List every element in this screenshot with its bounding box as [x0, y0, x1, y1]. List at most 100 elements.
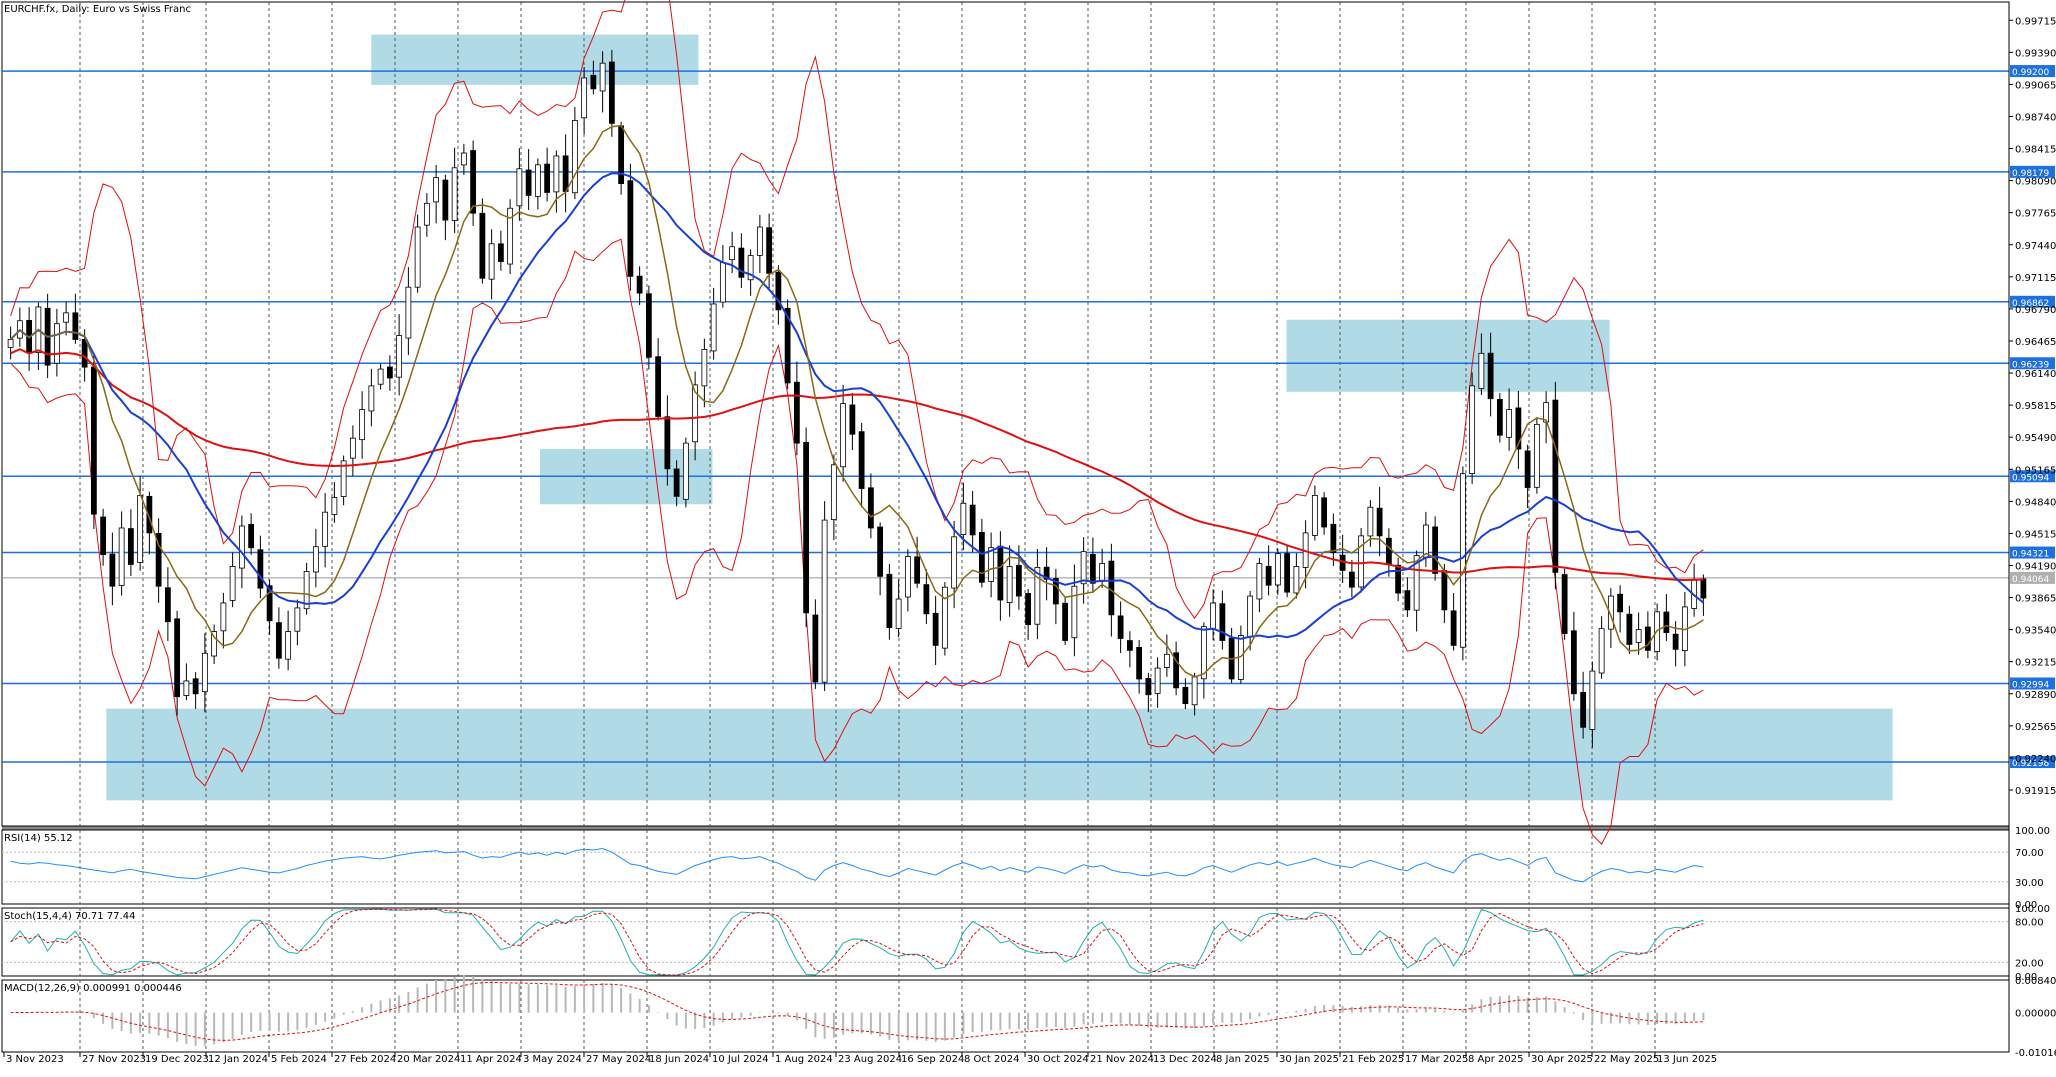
candle-body [544, 163, 551, 193]
candle-body [248, 524, 255, 549]
candle-body [1200, 626, 1207, 680]
candle-body [1126, 640, 1133, 651]
candle-body [81, 338, 88, 368]
y-tick-label: 0.99390 [2015, 48, 2056, 59]
y-tick-label: 0.95815 [2015, 401, 2056, 412]
level-price-label: 0.99200 [2012, 68, 2049, 78]
x-tick-label: 13 Jun 2025 [1657, 1054, 1717, 1065]
candle-body [1644, 626, 1651, 651]
x-tick-label: 23 Aug 2024 [838, 1054, 902, 1065]
candle-body [1330, 523, 1337, 554]
candle-body [534, 164, 541, 197]
x-tick-label: 27 Feb 2024 [334, 1054, 396, 1065]
macd-tick-label: -0.010160 [2015, 1048, 2056, 1059]
candle-body [1496, 399, 1503, 436]
candle-body [1145, 678, 1152, 696]
trading-chart[interactable]: 3 Nov 2023 27 Nov 2023 19 Dec 2023 12 Jan 2… [0, 0, 2056, 1073]
candle-body [174, 618, 181, 698]
candle-body [377, 368, 384, 385]
candle-body [1311, 495, 1318, 536]
candle-body [1663, 611, 1670, 633]
candle-body [997, 545, 1004, 601]
x-tick-label: 21 Feb 2025 [1342, 1054, 1404, 1065]
x-tick-label: 27 Nov 2023 [82, 1054, 146, 1065]
candle-body [830, 464, 837, 520]
candle-body [1395, 564, 1402, 594]
candle-body [451, 167, 458, 221]
x-tick-label: 3 Nov 2023 [6, 1054, 64, 1065]
y-tick-label: 0.91915 [2015, 786, 2056, 797]
candle-body [914, 556, 921, 584]
candle-body [1459, 473, 1466, 648]
candle-body [1552, 399, 1559, 573]
candle-body [100, 516, 107, 556]
candle-body [812, 614, 819, 683]
candle-body [1422, 524, 1429, 558]
y-tick-label: 0.96140 [2015, 369, 2056, 380]
candle-body [1089, 554, 1096, 584]
y-tick-label: 0.99715 [2015, 16, 2056, 27]
y-tick-label: 0.96790 [2015, 305, 2056, 316]
candle-body [803, 442, 810, 614]
candle-body [1367, 506, 1374, 537]
candle-body [1265, 565, 1272, 586]
candle-body [766, 227, 773, 274]
candle-body [183, 680, 190, 696]
candle-body [719, 262, 726, 303]
x-tick-label: 12 Jan 2024 [208, 1054, 268, 1065]
candle-body [886, 573, 893, 629]
candle-body [1700, 578, 1707, 599]
candle-body [433, 177, 440, 203]
current-price-label: 0.94064 [2012, 575, 2049, 585]
candle-body [386, 366, 393, 379]
candle-body [1293, 566, 1300, 594]
candle-body [1589, 670, 1596, 730]
macd-panel-frame [1, 979, 2010, 1053]
x-tick-label: 13 Dec 2024 [1153, 1054, 1217, 1065]
candle-body [1182, 686, 1189, 705]
candle-body [1580, 691, 1587, 728]
candle-body [1274, 553, 1281, 586]
y-tick-label: 0.97765 [2015, 209, 2056, 220]
candle-body [1617, 593, 1624, 613]
candle-body [1626, 613, 1633, 645]
candle-body [1321, 497, 1328, 528]
candle-body [331, 496, 338, 515]
y-tick-label: 0.92240 [2015, 754, 2056, 765]
stoch-tick-label: 80.00 [2015, 918, 2044, 929]
candle-body [1154, 667, 1161, 694]
main-panel-frame [1, 1, 2010, 827]
candle-body [1672, 633, 1679, 650]
rsi-tick-label: 100.00 [2015, 826, 2050, 837]
chart-title: EURCHF.fx, Daily: Euro vs Swiss Franc [4, 4, 191, 15]
x-tick-label: 8 Apr 2025 [1468, 1054, 1523, 1065]
rsi-label: RSI(14) 55.12 [4, 833, 73, 844]
x-tick-label: 8 Jan 2025 [1216, 1054, 1270, 1065]
support-resistance-zone [1286, 319, 1610, 392]
candle-body [710, 303, 717, 352]
x-tick-label: 11 Apr 2024 [460, 1054, 522, 1065]
candle-body [396, 335, 403, 378]
candle-body [294, 607, 301, 632]
candle-body [118, 527, 125, 586]
candle-body [1006, 566, 1013, 603]
candle-body [1385, 537, 1392, 565]
candle-body [682, 442, 689, 500]
x-tick-label: 22 May 2025 [1594, 1054, 1659, 1065]
macd-tick-label: 0.000000 [2015, 1009, 2056, 1020]
candle-body [1358, 535, 1365, 588]
candle-body [627, 180, 634, 277]
candle-body [636, 275, 643, 294]
y-tick-label: 0.96465 [2015, 337, 2056, 348]
candle-body [1015, 565, 1022, 597]
candle-body [858, 431, 865, 489]
x-tick-label: 17 Mar 2025 [1405, 1054, 1468, 1065]
candle-body [1635, 629, 1642, 643]
candle-body [655, 356, 662, 417]
chart-svg[interactable]: 3 Nov 2023 27 Nov 202319 Dec 2023 12 Jan 2… [0, 0, 2056, 1073]
candle-body [756, 226, 763, 256]
candle-body [1441, 570, 1448, 611]
candle-body [701, 348, 708, 387]
x-tick-label: 19 Dec 2023 [145, 1054, 209, 1065]
candle-body [1570, 630, 1577, 695]
